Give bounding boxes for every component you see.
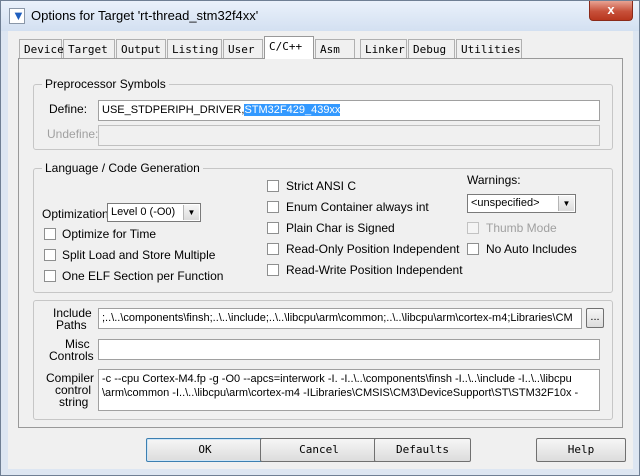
rw-position-label: Read-Write Position Independent [286,263,463,277]
tab-listing[interactable]: Listing [167,39,222,58]
tab-device[interactable]: Device [19,39,64,58]
split-load-label: Split Load and Store Multiple [62,248,216,262]
compiler-line-2: \arm\common -I..\..\libcpu\arm\cortex-m4… [102,387,579,399]
enum-container-checkbox[interactable] [267,201,279,213]
thumb-mode-label: Thumb Mode [486,221,557,235]
compiler-label-3: string [59,395,89,409]
chevron-down-icon: ▼ [558,196,574,211]
one-elf-label: One ELF Section per Function [62,269,224,283]
paths-group: Include Paths ;..\..\components\finsh;..… [33,300,613,420]
enum-container-label: Enum Container always int [286,200,429,214]
preprocessor-group: Preprocessor Symbols Define: USE_STDPERI… [33,77,613,150]
tab-asm[interactable]: Asm [315,39,355,58]
cancel-button[interactable]: Cancel [260,438,378,462]
include-paths-input[interactable]: ;..\..\components\finsh;..\..\include;..… [98,308,582,329]
window-title: Options for Target 'rt-thread_stm32f4xx' [31,8,259,23]
close-button[interactable]: x [589,1,633,21]
language-legend: Language / Code Generation [42,161,203,175]
ok-button[interactable]: OK [146,438,264,462]
ro-position-label: Read-Only Position Independent [286,242,460,256]
warnings-value: <unspecified> [471,197,540,209]
tab-utilities[interactable]: Utilities [456,39,522,58]
split-load-checkbox[interactable] [44,249,56,261]
define-label: Define: [49,102,88,116]
warnings-select[interactable]: <unspecified> ▼ [467,194,576,213]
tab-target[interactable]: Target [63,39,115,58]
plain-char-label: Plain Char is Signed [286,221,395,235]
thumb-mode-checkbox[interactable] [467,222,479,234]
undefine-label: Undefine: [47,127,99,141]
no-auto-includes-checkbox[interactable] [467,243,479,255]
title-bar[interactable]: ▼ Options for Target 'rt-thread_stm32f4x… [1,1,639,31]
tab-user[interactable]: User [223,39,263,58]
define-input[interactable]: USE_STDPERIPH_DRIVER,STM32F429_439xx [98,100,600,121]
options-dialog: ▼ Options for Target 'rt-thread_stm32f4x… [0,0,640,476]
rw-position-checkbox[interactable] [267,264,279,276]
keil-app-icon: ▼ [9,8,25,24]
dialog-body: Device Target Output Listing User C/C++ … [8,31,633,469]
c-cpp-panel: Preprocessor Symbols Define: USE_STDPERI… [18,58,623,428]
tab-linker[interactable]: Linker [360,39,407,58]
include-label-2: Paths [56,318,87,332]
warnings-label: Warnings: [467,173,521,187]
strict-ansi-label: Strict ANSI C [286,179,357,193]
optimization-value: Level 0 (-O0) [111,206,176,218]
tab-output[interactable]: Output [116,39,166,58]
chevron-down-icon: ▼ [183,205,199,220]
compiler-control-string[interactable]: -c --cpu Cortex-M4.fp -g -O0 --apcs=inte… [98,369,600,411]
help-button[interactable]: Help [536,438,626,462]
optimize-time-label: Optimize for Time [62,227,157,241]
optimization-select[interactable]: Level 0 (-O0) ▼ [107,203,201,222]
optimization-label: Optimization: [42,207,113,221]
tab-debug[interactable]: Debug [408,39,455,58]
defaults-button[interactable]: Defaults [374,438,471,462]
language-group: Language / Code Generation Optimization:… [33,161,613,293]
strict-ansi-checkbox[interactable] [267,180,279,192]
no-auto-includes-label: No Auto Includes [486,242,577,256]
optimize-time-checkbox[interactable] [44,228,56,240]
one-elf-checkbox[interactable] [44,270,56,282]
tab-c-cpp[interactable]: C/C++ [264,36,314,59]
include-browse-button[interactable]: ... [586,308,604,328]
misc-controls-input[interactable] [98,339,600,360]
misc-label-2: Controls [49,349,94,363]
plain-char-checkbox[interactable] [267,222,279,234]
ro-position-checkbox[interactable] [267,243,279,255]
undefine-input[interactable] [98,125,600,146]
define-text: USE_STDPERIPH_DRIVER, [102,104,245,116]
define-text-selected: STM32F429_439xx [244,104,341,116]
preprocessor-legend: Preprocessor Symbols [42,77,169,91]
compiler-line-1: -c --cpu Cortex-M4.fp -g -O0 --apcs=inte… [102,373,572,385]
